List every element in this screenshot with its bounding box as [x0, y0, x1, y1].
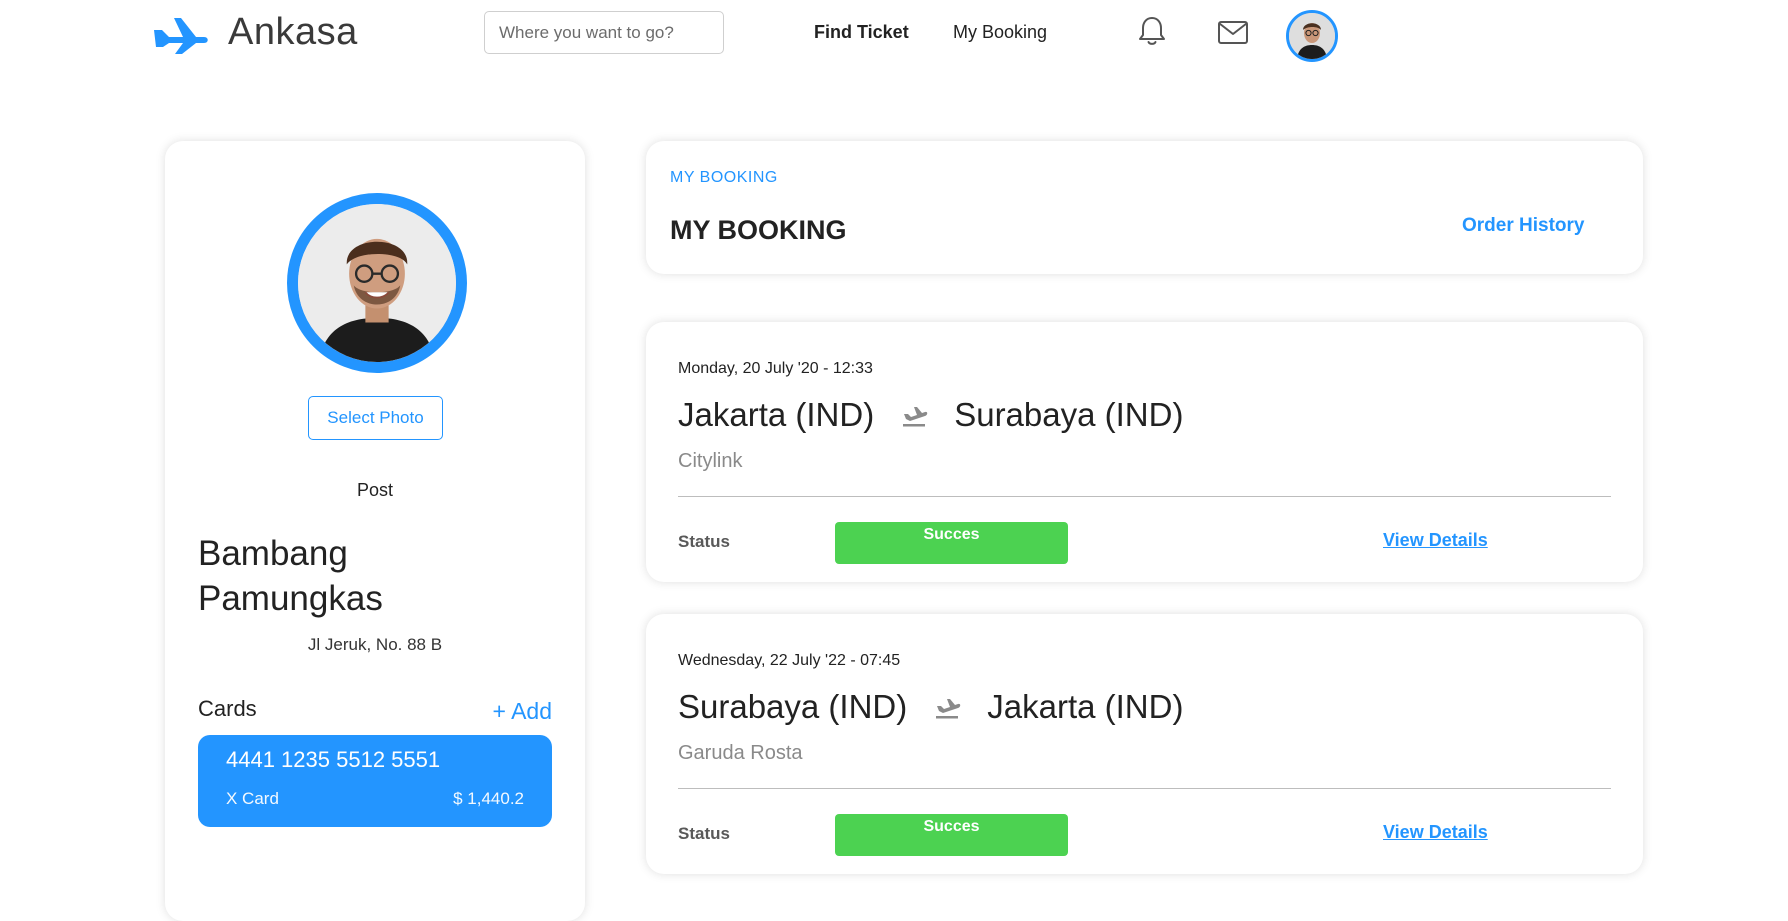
- profile-post-label: Post: [356, 480, 394, 500]
- booking-date: Monday, 20 July '20 - 12:33: [678, 360, 873, 377]
- user-address: Jl Jeruk, No. 88 B: [307, 635, 443, 654]
- order-history-link[interactable]: Order History: [1462, 215, 1584, 237]
- nav-find-ticket[interactable]: Find Ticket: [814, 22, 909, 43]
- profile-photo: [287, 193, 467, 373]
- select-photo-button[interactable]: Select Photo: [308, 396, 443, 440]
- plane-takeoff-icon: [936, 699, 961, 719]
- booking-date: Wednesday, 22 July '22 - 07:45: [678, 652, 901, 669]
- status-label: Status: [678, 532, 730, 551]
- header-avatar[interactable]: [1286, 10, 1338, 62]
- booking-card: Wednesday, 22 July '22 - 07:45 Surabaya …: [646, 614, 1643, 874]
- card-balance: $ 1,440.2: [453, 789, 524, 808]
- booking-route: Surabaya (IND) Jakarta (IND): [678, 688, 1183, 726]
- profile-card: Select Photo Post Bambang Pamungkas Jl J…: [165, 141, 585, 921]
- status-badge: Succes: [835, 522, 1068, 564]
- brand-name: Ankasa: [228, 10, 358, 53]
- page-title: MY BOOKING: [670, 215, 847, 245]
- brand[interactable]: Ankasa: [152, 10, 358, 54]
- bell-icon[interactable]: [1135, 14, 1169, 48]
- booking-header-card: MY BOOKING MY BOOKING Order History: [646, 141, 1643, 274]
- user-avatar-image: [1289, 13, 1335, 59]
- airline-name: Citylink: [678, 450, 743, 472]
- credit-card[interactable]: 4441 1235 5512 5551 X Card $ 1,440.2: [198, 735, 552, 827]
- airplane-logo-icon: [154, 18, 208, 54]
- arrival-city: Surabaya (IND): [954, 396, 1184, 433]
- plane-takeoff-icon: [903, 407, 928, 427]
- cards-heading: Cards: [198, 696, 257, 721]
- departure-city: Surabaya (IND): [678, 688, 908, 725]
- card-number: 4441 1235 5512 5551: [226, 747, 441, 772]
- booking-eyebrow: MY BOOKING: [670, 169, 778, 186]
- view-details-link[interactable]: View Details: [1383, 822, 1488, 843]
- user-name: Bambang Pamungkas: [198, 534, 383, 618]
- status-badge: Succes: [835, 814, 1068, 856]
- view-details-link[interactable]: View Details: [1383, 530, 1488, 551]
- departure-city: Jakarta (IND): [678, 396, 875, 433]
- divider: [678, 788, 1611, 789]
- mail-icon[interactable]: [1216, 16, 1250, 50]
- airline-name: Garuda Rosta: [678, 742, 803, 764]
- nav-my-booking[interactable]: My Booking: [953, 22, 1047, 43]
- card-type: X Card: [226, 789, 279, 808]
- arrival-city: Jakarta (IND): [987, 688, 1184, 725]
- status-label: Status: [678, 824, 730, 843]
- booking-route: Jakarta (IND) Surabaya (IND): [678, 396, 1183, 434]
- add-card-button[interactable]: + Add: [493, 698, 552, 725]
- search-input[interactable]: [484, 11, 724, 54]
- divider: [678, 496, 1611, 497]
- booking-card: Monday, 20 July '20 - 12:33 Jakarta (IND…: [646, 322, 1643, 582]
- profile-photo-image: [298, 204, 456, 362]
